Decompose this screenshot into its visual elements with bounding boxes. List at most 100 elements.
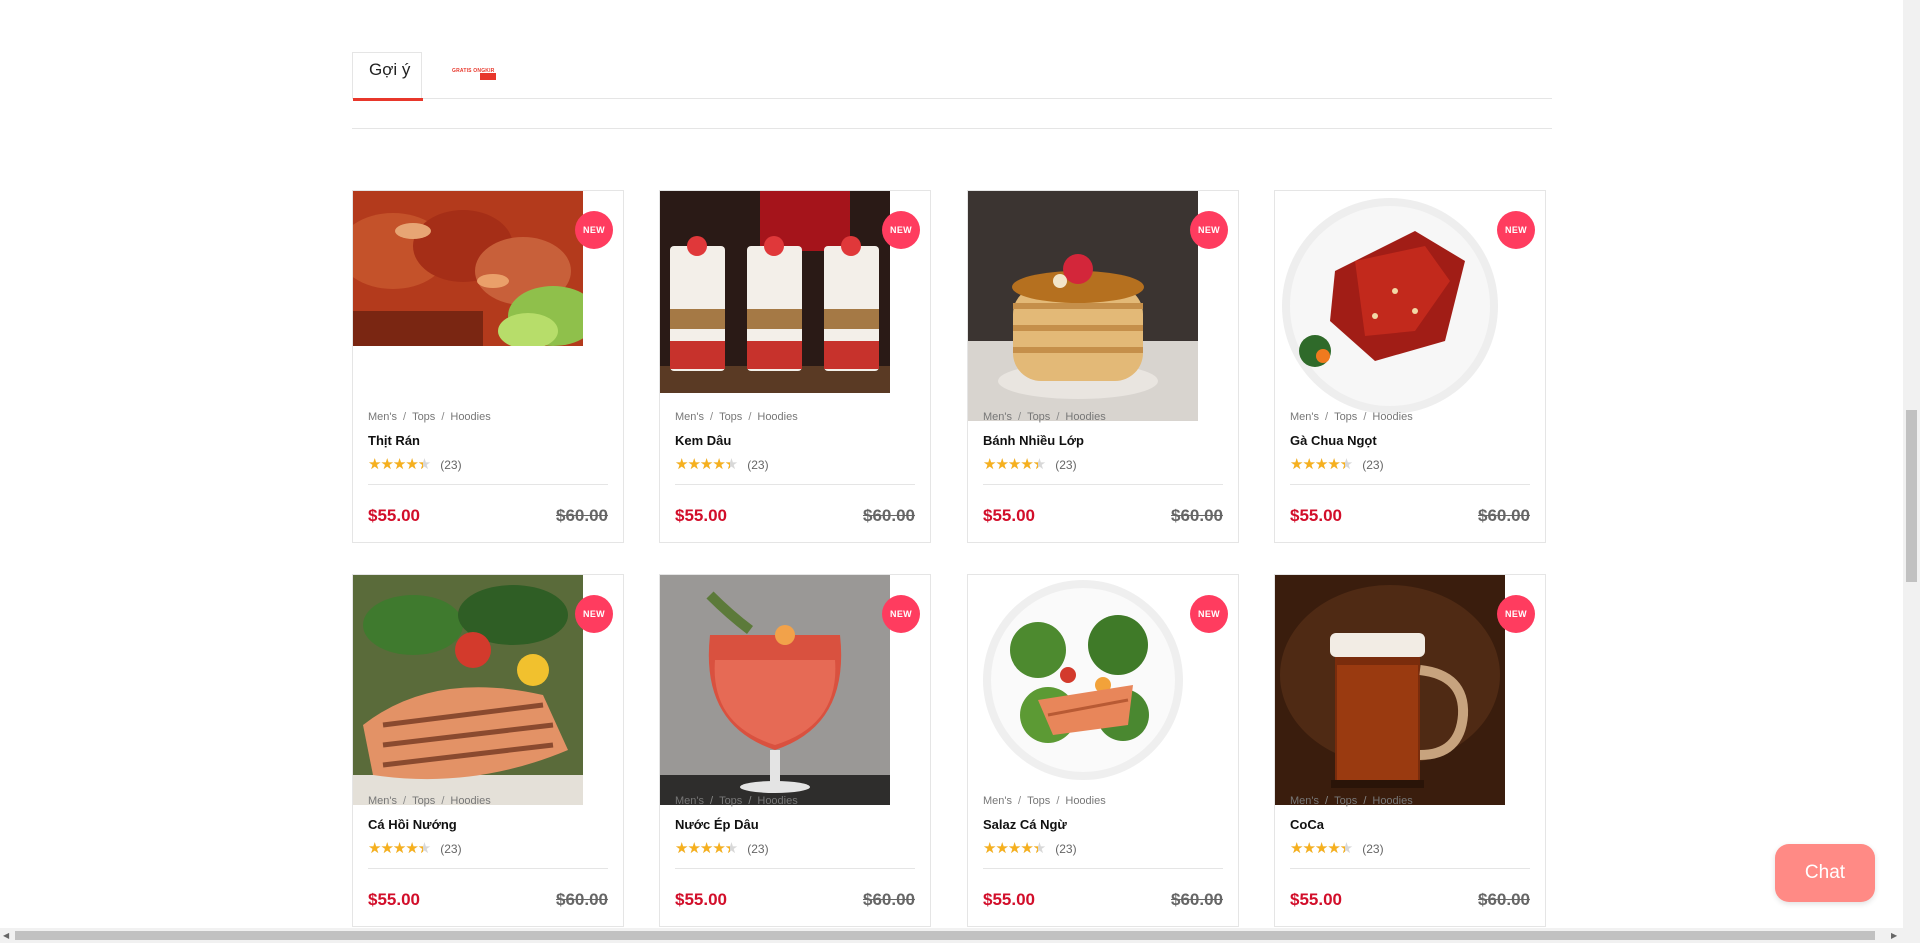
breadcrumb: Men's / Tops / Hoodies	[983, 795, 1106, 807]
star-rating-icon: ★★★★★★★★★★	[1290, 840, 1353, 857]
product-rating: ★★★★★★★★★★ (23)	[1290, 841, 1384, 856]
review-count: (23)	[440, 457, 462, 472]
product-image[interactable]	[660, 191, 890, 393]
product-rating: ★★★★★★★★★★ (23)	[983, 457, 1077, 472]
breadcrumb-link[interactable]: Men's	[983, 795, 1012, 807]
old-price: $60.00	[556, 506, 608, 525]
current-price: $55.00	[983, 506, 1035, 525]
breadcrumb-link[interactable]: Men's	[675, 795, 704, 807]
breadcrumb-link[interactable]: Hoodies	[757, 411, 797, 423]
product-name[interactable]: Nước Ép Dâu	[675, 817, 759, 832]
star-rating-icon: ★★★★★★★★★★	[1290, 456, 1353, 473]
current-price: $55.00	[983, 890, 1035, 909]
product-card[interactable]: NEW Men's / Tops / Hoodies Thịt Rán ★★★★★ ★★★…	[352, 190, 624, 543]
product-name[interactable]: Cá Hồi Nướng	[368, 817, 457, 832]
star-rating-icon: ★★★★★★★★★★	[368, 456, 431, 473]
breadcrumb-link[interactable]: Hoodies	[1065, 411, 1105, 423]
new-badge: NEW	[575, 211, 613, 249]
new-badge: NEW	[1190, 211, 1228, 249]
breadcrumb: Men's / Tops / Hoodies	[1290, 795, 1413, 807]
breadcrumb-link[interactable]: Men's	[1290, 795, 1319, 807]
old-price: $60.00	[1171, 890, 1223, 909]
breadcrumb-link[interactable]: Hoodies	[450, 795, 490, 807]
review-count: (23)	[1055, 841, 1077, 856]
current-price: $55.00	[675, 506, 727, 525]
product-card[interactable]: NEW Men's / Tops / Hoodies Cá Hồi Nướng ★★★★…	[352, 574, 624, 927]
product-name[interactable]: Kem Dâu	[675, 433, 731, 448]
breadcrumb-link[interactable]: Men's	[1290, 411, 1319, 423]
scroll-right-icon[interactable]: ▶	[1891, 931, 1897, 940]
breadcrumb-link[interactable]: Tops	[1334, 795, 1357, 807]
new-badge: NEW	[1497, 211, 1535, 249]
breadcrumb-link[interactable]: Tops	[719, 411, 742, 423]
current-price: $55.00	[1290, 890, 1342, 909]
product-name[interactable]: Thịt Rán	[368, 433, 420, 448]
review-count: (23)	[1362, 457, 1384, 472]
breadcrumb-link[interactable]: Hoodies	[1372, 795, 1412, 807]
breadcrumb: Men's / Tops / Hoodies	[1290, 411, 1413, 423]
star-rating-icon: ★★★★★★★★★★	[368, 840, 431, 857]
vertical-scroll-thumb[interactable]	[1906, 410, 1917, 582]
review-count: (23)	[1362, 841, 1384, 856]
free-shipping-promo-logo[interactable]: GRATIS ONGKIR	[450, 68, 496, 80]
product-name[interactable]: Gà Chua Ngọt	[1290, 433, 1377, 448]
breadcrumb-link[interactable]: Hoodies	[757, 795, 797, 807]
star-rating-icon: ★★★★★★★★★★	[675, 456, 738, 473]
product-image[interactable]	[1275, 575, 1505, 805]
tab-suggestions[interactable]: Gợi ý	[352, 52, 423, 101]
new-badge: NEW	[1190, 595, 1228, 633]
product-card[interactable]: NEW Men's / Tops / Hoodies Salaz Cá Ngừ ★★★★…	[967, 574, 1239, 927]
scroll-left-icon[interactable]: ◀	[3, 931, 9, 940]
product-tabs: Gợi ý GRATIS ONGKIR	[352, 52, 1552, 101]
breadcrumb-link[interactable]: Tops	[412, 795, 435, 807]
product-name[interactable]: CoCa	[1290, 817, 1324, 832]
product-name[interactable]: Salaz Cá Ngừ	[983, 817, 1067, 832]
old-price: $60.00	[1478, 890, 1530, 909]
breadcrumb: Men's / Tops / Hoodies	[368, 795, 491, 807]
product-rating: ★★★★★★★★★★ (23)	[675, 457, 769, 472]
horizontal-scrollbar[interactable]: ◀ ▶	[0, 928, 1920, 943]
product-card[interactable]: NEW Men's / Tops / Hoodies Bánh Nhiều Lớp ★★…	[967, 190, 1239, 543]
product-card[interactable]: NEW Men's / Tops / Hoodies Kem Dâu ★★★★★ ★★★★…	[659, 190, 931, 543]
star-rating-icon: ★★★★★★★★★★	[983, 456, 1046, 473]
product-rating: ★★★★★★★★★★ (23)	[1290, 457, 1384, 472]
breadcrumb-link[interactable]: Tops	[412, 411, 435, 423]
breadcrumb-link[interactable]: Tops	[719, 795, 742, 807]
current-price: $55.00	[675, 890, 727, 909]
product-rating: ★★★★★★★★★★ (23)	[368, 457, 462, 472]
product-card[interactable]: NEW Men's/Tops/Hoodies CoCa ★★★★★★★★★★ (…	[1274, 574, 1546, 927]
breadcrumb-link[interactable]: Tops	[1027, 795, 1050, 807]
product-image[interactable]	[968, 575, 1198, 785]
breadcrumb-link[interactable]: Men's	[983, 411, 1012, 423]
old-price: $60.00	[863, 890, 915, 909]
breadcrumb-link[interactable]: Men's	[368, 411, 397, 423]
breadcrumb: Men's / Tops / Hoodies	[368, 411, 491, 423]
chat-button[interactable]: Chat	[1775, 844, 1875, 902]
product-image[interactable]	[353, 191, 583, 346]
review-count: (23)	[747, 841, 769, 856]
breadcrumb-link[interactable]: Hoodies	[450, 411, 490, 423]
product-image[interactable]	[660, 575, 890, 805]
product-rating: ★★★★★★★★★★ (23)	[368, 841, 462, 856]
vertical-scrollbar[interactable]	[1903, 0, 1920, 928]
breadcrumb-link[interactable]: Men's	[368, 795, 397, 807]
product-card[interactable]: NEW Men's / Tops / Hoodies Nước Ép Dâu ★★★★★…	[659, 574, 931, 927]
product-card[interactable]: NEW Men's / Tops / Hoodies Gà Chua Ngọt ★★★★…	[1274, 190, 1546, 543]
product-rating: ★★★★★★★★★★ (23)	[983, 841, 1077, 856]
product-image[interactable]	[968, 191, 1198, 421]
breadcrumb-link[interactable]: Tops	[1334, 411, 1357, 423]
new-badge: NEW	[575, 595, 613, 633]
current-price: $55.00	[368, 890, 420, 909]
horizontal-scroll-thumb[interactable]	[15, 931, 1875, 940]
product-name[interactable]: Bánh Nhiều Lớp	[983, 433, 1084, 448]
breadcrumb-link[interactable]: Men's	[675, 411, 704, 423]
current-price: $55.00	[1290, 506, 1342, 525]
breadcrumb-link[interactable]: Hoodies	[1372, 411, 1412, 423]
new-badge: NEW	[882, 595, 920, 633]
breadcrumb-link[interactable]: Hoodies	[1065, 795, 1105, 807]
product-image[interactable]	[1275, 191, 1505, 421]
review-count: (23)	[747, 457, 769, 472]
product-image[interactable]	[353, 575, 583, 805]
tab-active-underline	[353, 98, 423, 101]
breadcrumb-link[interactable]: Tops	[1027, 411, 1050, 423]
